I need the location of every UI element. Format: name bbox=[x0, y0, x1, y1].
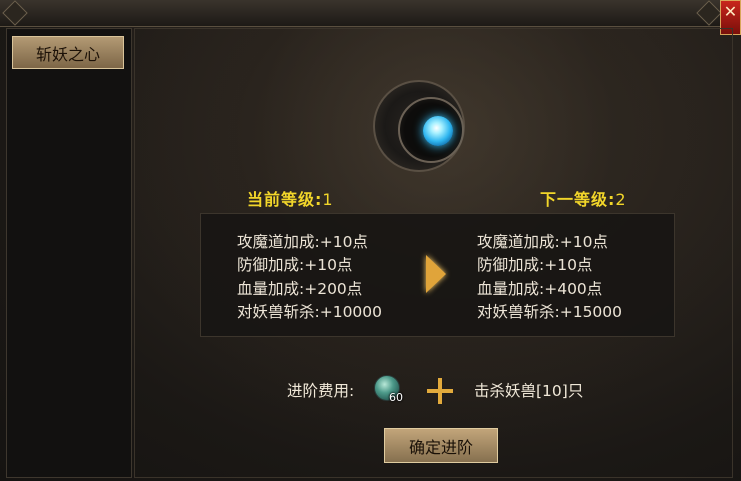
next-stats-list: 攻魔道加成:+10点 防御加成:+10点 血量加成:+400点 对妖兽斩杀:+1… bbox=[477, 231, 622, 324]
current-level-label: 当前等级: bbox=[247, 190, 323, 209]
next-level-value: 2 bbox=[615, 190, 627, 209]
stat-line: 对妖兽斩杀:+15000 bbox=[477, 302, 623, 321]
stat-line: 血量加成:+400点 bbox=[477, 279, 603, 298]
stat-line: 防御加成:+10点 bbox=[477, 256, 593, 275]
next-level-label: 下一等级: bbox=[540, 190, 616, 209]
current-level: 当前等级:1 bbox=[247, 186, 334, 210]
cost-label: 进阶费用: bbox=[287, 382, 355, 400]
upgrade-window: ✕ 斩妖之心 当前等级:1 下一等级:2 攻魔道加成:+10点 防御加成:+10… bbox=[0, 0, 741, 481]
confirm-upgrade-button[interactable]: 确定进阶 bbox=[384, 428, 498, 463]
cost-item-count: 60 bbox=[389, 391, 403, 404]
corner-ornament bbox=[696, 0, 722, 26]
stat-line: 防御加成:+10点 bbox=[237, 256, 353, 275]
next-level: 下一等级:2 bbox=[540, 186, 627, 210]
stat-line: 攻魔道加成:+10点 bbox=[477, 233, 608, 251]
cost-condition: 击杀妖兽[10]只 bbox=[474, 382, 584, 400]
close-icon[interactable]: ✕ bbox=[724, 1, 737, 23]
plus-icon bbox=[427, 378, 453, 404]
title-bar bbox=[0, 0, 741, 27]
sidebar: 斩妖之心 bbox=[6, 28, 132, 478]
stat-line: 攻魔道加成:+10点 bbox=[237, 233, 368, 251]
arrow-right-icon bbox=[426, 255, 446, 293]
soul-orb-icon bbox=[423, 116, 453, 146]
current-stats-list: 攻魔道加成:+10点 防御加成:+10点 血量加成:+200点 对妖兽斩杀:+1… bbox=[237, 231, 382, 324]
stat-line: 血量加成:+200点 bbox=[237, 279, 363, 298]
stat-line: 对妖兽斩杀:+10000 bbox=[237, 302, 383, 321]
current-level-value: 1 bbox=[322, 190, 334, 209]
corner-ornament bbox=[2, 0, 28, 26]
sidebar-item-zhanyao-heart[interactable]: 斩妖之心 bbox=[12, 36, 124, 69]
